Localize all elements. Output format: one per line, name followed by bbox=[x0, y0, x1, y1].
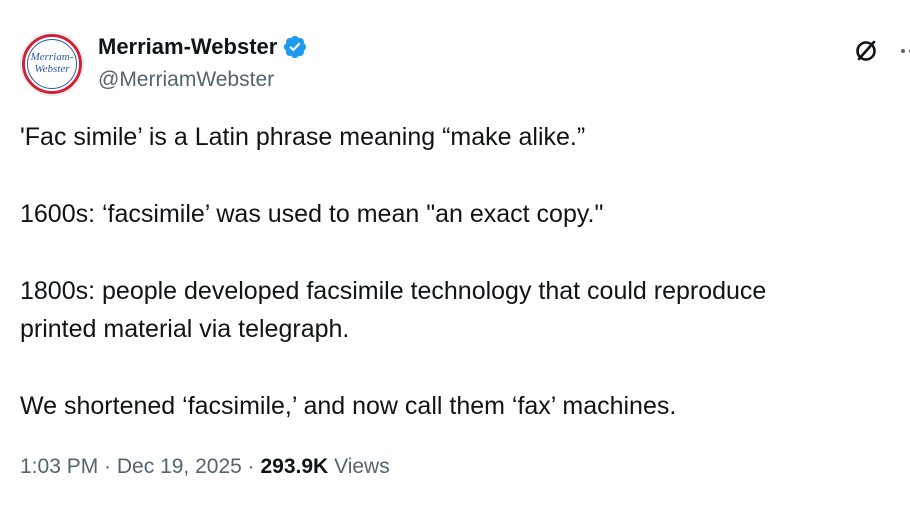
avatar-logo-line1: Merriam- bbox=[30, 51, 74, 63]
author-display-name[interactable]: Merriam-Webster bbox=[98, 34, 277, 60]
more-dots-icon[interactable] bbox=[896, 36, 910, 64]
verified-badge-icon[interactable] bbox=[282, 34, 308, 60]
tweet-paragraph: 1800s: people developed facsimile techno… bbox=[20, 277, 767, 343]
tweet-meta: 1:03 PM · Dec 19, 2025 · 293.9K Views bbox=[20, 452, 390, 482]
tweet-time[interactable]: 1:03 PM bbox=[20, 455, 98, 478]
avatar[interactable]: Merriam- Webster bbox=[20, 32, 84, 96]
avatar-logo-text: Merriam- Webster bbox=[20, 51, 84, 75]
tweet-paragraph: 1600s: ‘facsimile’ was used to mean "an … bbox=[20, 200, 604, 228]
tweet-text: 'Fac simile’ is a Latin phrase meaning “… bbox=[20, 118, 890, 425]
meta-separator: · bbox=[241, 455, 261, 478]
views-count[interactable]: 293.9K bbox=[261, 455, 329, 478]
tweet-paragraph: We shortened ‘facsimile,’ and now call t… bbox=[20, 392, 677, 420]
author-name-row: Merriam-Webster bbox=[98, 34, 308, 60]
avatar-logo-line2: Webster bbox=[34, 63, 70, 75]
views-label: Views bbox=[334, 455, 390, 478]
author-handle[interactable]: @MerriamWebster bbox=[98, 67, 274, 93]
tweet-date[interactable]: Dec 19, 2025 bbox=[117, 455, 242, 478]
grok-slash-circle-icon[interactable] bbox=[852, 36, 880, 64]
tweet-card: Merriam- Webster Merriam-Webster @Merria… bbox=[0, 0, 910, 506]
tweet-paragraph: 'Fac simile’ is a Latin phrase meaning “… bbox=[20, 123, 586, 151]
meta-separator: · bbox=[98, 455, 117, 478]
